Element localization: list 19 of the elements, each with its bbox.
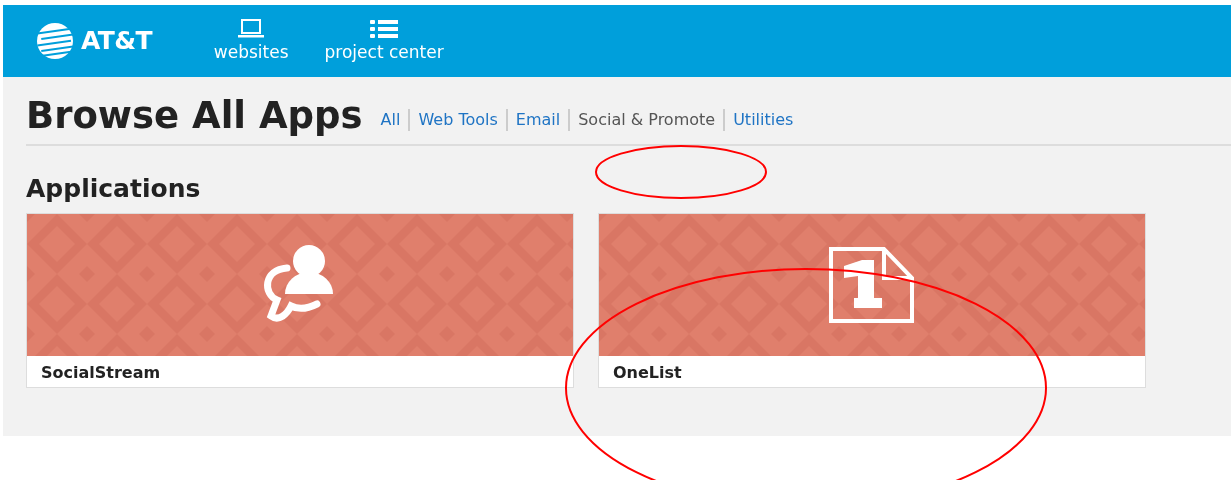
- nav-link[interactable]: websites: [213, 18, 289, 64]
- document-icon: [828, 246, 916, 324]
- logo[interactable]: AT&T: [35, 22, 152, 60]
- category-link[interactable]: All: [380, 108, 401, 132]
- app-name: OneList: [612, 362, 683, 384]
- page-title: Browse All Apps: [26, 97, 363, 134]
- section-title: Applications: [26, 176, 202, 201]
- list-icon: [369, 18, 400, 41]
- globe-icon: [35, 22, 75, 60]
- nav-link[interactable]: project center: [324, 18, 444, 64]
- app-name: SocialStream: [40, 362, 162, 384]
- laptop-icon: [237, 18, 266, 41]
- category-link[interactable]: Email: [515, 108, 561, 132]
- app-card[interactable]: OneList: [598, 213, 1146, 388]
- logo-text: AT&T: [81, 25, 152, 58]
- category-link[interactable]: Utilities: [733, 108, 794, 132]
- app-card[interactable]: SocialStream: [26, 213, 574, 388]
- category-link[interactable]: Web Tools: [418, 108, 498, 132]
- category-link[interactable]: Social & Promote: [578, 108, 716, 132]
